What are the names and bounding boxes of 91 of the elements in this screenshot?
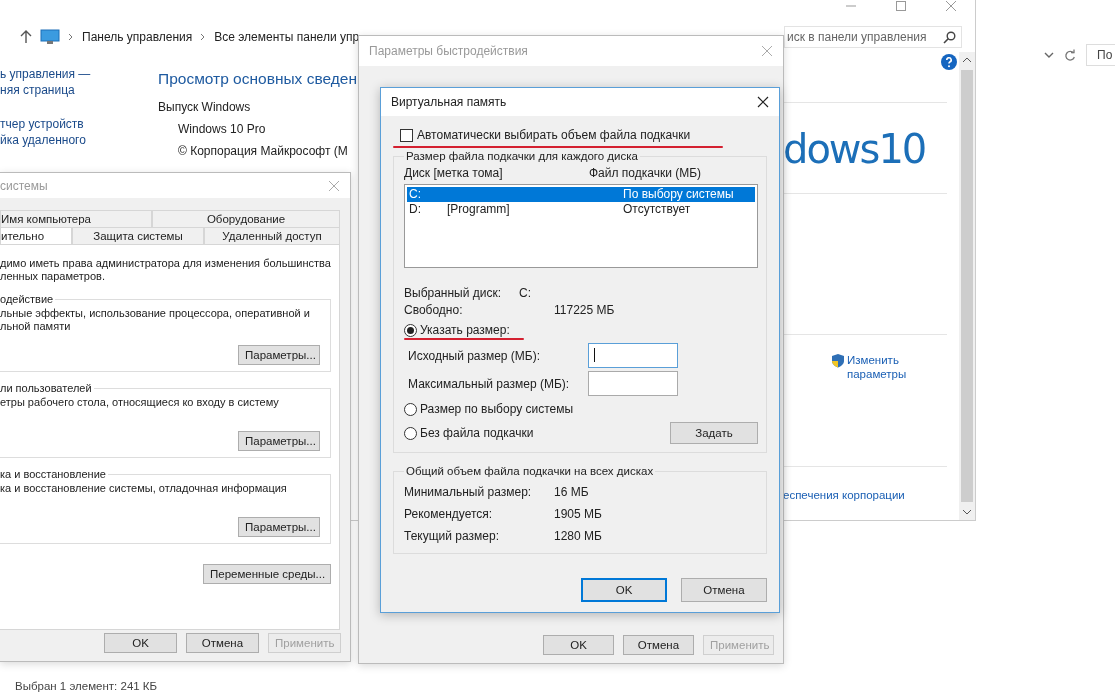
radio-label: Без файла подкачки: [420, 426, 534, 440]
environment-variables-button[interactable]: Переменные среды...: [203, 564, 331, 585]
shield-icon: [831, 353, 845, 368]
field-value: 1905 МБ: [554, 507, 602, 521]
edition-text: Windows 10 Pro: [178, 122, 266, 136]
input-field[interactable]: [588, 371, 678, 396]
change-settings-link[interactable]: Изменить параметры: [847, 353, 927, 381]
group-title: Размер файла подкачки для каждого диска: [405, 150, 639, 162]
address-bar[interactable]: Панель управления Все элементы панели упр: [38, 26, 360, 48]
settings-button[interactable]: Параметры...: [238, 345, 320, 366]
field-label: Максимальный размер (МБ):: [408, 376, 570, 391]
group-title: одействие: [0, 293, 55, 306]
monitor-icon: [40, 29, 60, 45]
windows-logo-text: dows10: [783, 125, 927, 173]
group-title: Общий объем файла подкачки на всех дисках: [405, 465, 655, 477]
radio-label: Размер по выбору системы: [420, 402, 574, 416]
refresh-icon[interactable]: [1064, 48, 1076, 62]
dialog-button[interactable]: Отмена: [623, 635, 694, 655]
group-title: ка и восстановление: [0, 468, 107, 481]
column-header: Диск [метка тома]: [404, 166, 504, 180]
disk-letter: D:: [409, 202, 422, 217]
input-field[interactable]: [588, 343, 678, 368]
field-value: 16 МБ: [554, 485, 589, 499]
field-value: 1280 МБ: [554, 529, 602, 543]
field-label: Текущий размер:: [404, 529, 500, 543]
breadcrumb-item[interactable]: Все элементы панели упр: [214, 30, 360, 44]
field-label: Свободно:: [404, 303, 464, 317]
checkbox-label: Автоматически выбирать объем файла подкачки: [417, 128, 691, 142]
field-label: Выбранный диск:: [404, 286, 503, 300]
field-value: 117225 МБ: [554, 303, 615, 317]
paging-size: Отсутствует: [623, 202, 691, 217]
column-header: Файл подкачки (МБ): [589, 166, 702, 180]
scrollbar[interactable]: [959, 52, 975, 520]
window-title: Параметры быстродействия: [369, 44, 528, 58]
up-arrow-icon[interactable]: [20, 30, 32, 44]
help-icon[interactable]: [941, 54, 957, 70]
status-text: Выбран 1 элемент: 241 КБ: [15, 680, 158, 692]
checkbox[interactable]: [400, 128, 413, 142]
radio-button[interactable]: [404, 426, 417, 440]
group-description: льные эффекты, использование процессора, оперативной и льной памяти: [0, 307, 311, 334]
copyright-text: © Корпорация Майкрософт (М: [178, 144, 348, 158]
search-field[interactable]: иск в панели управления: [784, 26, 962, 48]
footer-link[interactable]: еспечения корпорации: [783, 489, 959, 501]
search-icon: [943, 31, 956, 44]
tab[interactable]: Удаленный доступ: [204, 227, 340, 245]
dialog-button[interactable]: Отмена: [681, 578, 767, 602]
window-title: системы: [0, 178, 48, 193]
search-field[interactable]: По: [1086, 44, 1115, 66]
breadcrumb-item[interactable]: Панель управления: [82, 30, 193, 44]
group-description: етры рабочего стола, относящиеся ко входу в систему: [0, 396, 280, 410]
dropdown-caret-icon[interactable]: [1044, 51, 1054, 59]
tab[interactable]: Имя компьютера: [0, 210, 152, 228]
dialog-button[interactable]: OK: [543, 635, 614, 655]
chevron-icon: [200, 33, 207, 41]
settings-button[interactable]: Параметры...: [238, 431, 320, 452]
field-label: Исходный размер (МБ):: [408, 348, 541, 363]
tab[interactable]: Защита системы: [72, 227, 204, 245]
volume-label: [Programm]: [447, 202, 510, 216]
tab[interactable]: ительно: [0, 227, 72, 245]
group-title: ли пользователей: [0, 382, 93, 395]
maximize-icon[interactable]: [895, 0, 907, 12]
group-description: ка и восстановление системы, отладочная информация: [0, 482, 288, 496]
scroll-down-icon[interactable]: [962, 508, 972, 516]
field-label: Рекомендуется:: [404, 507, 494, 521]
field-label: Минимальный размер:: [404, 485, 533, 499]
section-label: Выпуск Windows: [158, 100, 251, 114]
tab[interactable]: Оборудование: [152, 210, 340, 228]
paging-size: По выбору системы: [623, 187, 734, 202]
disk-row[interactable]: D: [Programm] Отсутствует: [407, 202, 755, 217]
scroll-up-icon[interactable]: [962, 56, 972, 64]
radio-button[interactable]: [404, 323, 417, 337]
radio-button[interactable]: [404, 402, 417, 416]
page-heading: Просмотр основных сведен: [158, 70, 357, 88]
settings-button[interactable]: Параметры...: [238, 517, 320, 538]
dialog-button[interactable]: OK: [104, 633, 177, 653]
field-value: C:: [519, 286, 531, 300]
close-icon[interactable]: [757, 96, 769, 108]
dialog-button[interactable]: Отмена: [186, 633, 259, 653]
sidebar-link[interactable]: йка удаленного: [0, 132, 158, 148]
set-button[interactable]: Задать: [670, 422, 758, 444]
chevron-icon: [68, 33, 74, 41]
disk-row[interactable]: C: По выбору системы: [407, 187, 755, 202]
sidebar-link[interactable]: няя страница: [0, 82, 158, 98]
admin-note: димо иметь права администратора для изменения большинства ленных параметров.: [0, 257, 332, 284]
disk-letter: C:: [409, 187, 422, 202]
dialog-button[interactable]: OK: [581, 578, 667, 602]
radio-label: Указать размер:: [420, 323, 510, 337]
disk-list[interactable]: C: По выбору системы D: [Programm] Отсутствует: [404, 184, 758, 268]
window-title: Виртуальная память: [391, 95, 507, 109]
sidebar-link[interactable]: ь управления —: [0, 66, 158, 82]
sidebar-link[interactable]: тчер устройств: [0, 116, 158, 132]
